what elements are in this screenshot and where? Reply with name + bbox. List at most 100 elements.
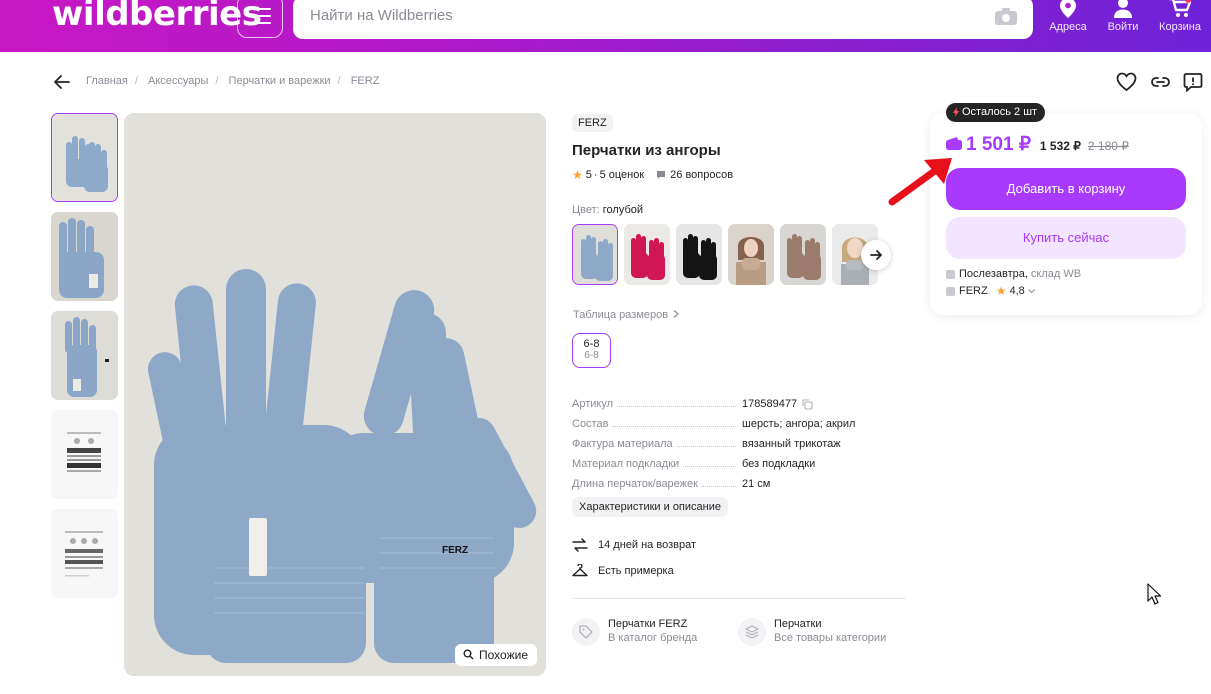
spec-row: Длина перчаток/варежек 21 см: [572, 470, 906, 490]
copy-icon[interactable]: [802, 398, 813, 410]
brand-chip[interactable]: FERZ: [572, 114, 613, 132]
swatch-black[interactable]: [676, 224, 722, 285]
location-pin-icon: [1060, 0, 1076, 18]
size-sublabel: 6-8: [584, 350, 599, 361]
size-option-6-8[interactable]: 6-8 6-8: [572, 333, 611, 368]
spec-row: Фактура материала вязанный трикотаж: [572, 430, 906, 450]
questions-icon: [657, 171, 666, 179]
swatch-blue[interactable]: [572, 224, 618, 285]
breadcrumb-home[interactable]: Главная: [86, 75, 128, 87]
wildberries-logo[interactable]: wildberries: [52, 0, 262, 34]
mouse-cursor-icon: [1147, 583, 1161, 605]
spec-value: 21 см: [742, 478, 771, 490]
breadcrumb: Главная / Аксессуары / Перчатки и варежки /…: [86, 75, 380, 87]
reviews-count[interactable]: 5 оценок: [600, 169, 645, 181]
similar-label: Похожие: [479, 648, 528, 662]
swatch-magenta[interactable]: [624, 224, 670, 285]
star-icon: ★: [572, 168, 583, 182]
spec-value: вязанный трикотаж: [742, 438, 841, 450]
rating-row[interactable]: ★ 5 · 5 оценок 26 вопросов: [572, 168, 912, 182]
thumbnail-2[interactable]: [51, 212, 118, 301]
thumbnail-4[interactable]: [51, 410, 118, 499]
regular-price: 1 532 ₽: [1039, 139, 1081, 153]
breadcrumb-gloves[interactable]: Перчатки и варежки: [229, 75, 331, 87]
swatches-next-button[interactable]: [861, 240, 891, 270]
category-link[interactable]: Перчатки Все товары категории: [738, 618, 886, 646]
cart-icon: [1169, 0, 1191, 17]
top-header: wildberries Найти на Wildberries Адреса …: [0, 0, 1211, 52]
main-product-photo[interactable]: FERZ Похожие: [124, 113, 546, 676]
delivery-date: Послезавтра,: [959, 268, 1028, 280]
fitting-label: Есть примерка: [598, 565, 674, 577]
size-label: 6-8: [583, 338, 600, 350]
category-subtitle: Все товары категории: [774, 632, 887, 644]
seller-name: FERZ: [959, 285, 988, 297]
arrow-right-icon: [870, 250, 882, 260]
brand-catalog-link[interactable]: Перчатки FERZ В каталог бренда: [572, 618, 697, 646]
back-arrow-icon[interactable]: [52, 72, 72, 92]
addresses-button[interactable]: Адреса: [1038, 0, 1098, 33]
spec-key: Длина перчаток/варежек: [572, 478, 698, 490]
color-value: голубой: [602, 204, 644, 216]
delivery-info: Послезавтра, склад WB: [946, 268, 1081, 280]
seller-rating: 4,8: [1009, 285, 1025, 297]
hanger-icon: [572, 564, 588, 577]
login-label: Войти: [1107, 21, 1139, 33]
price-row: 1 501 ₽ 1 532 ₽ 2 180 ₽: [946, 133, 1129, 156]
size-table-link[interactable]: Таблица размеров: [573, 309, 680, 321]
shop-icon: [946, 286, 955, 296]
breadcrumb-accessories[interactable]: Аксессуары: [148, 75, 208, 87]
specs-table: Артикул 178589477 Состав шерсть; ангора;…: [572, 390, 906, 490]
svg-text:FERZ: FERZ: [442, 545, 468, 556]
return-policy-label: 14 дней на возврат: [598, 539, 696, 551]
share-link-icon[interactable]: [1150, 72, 1171, 92]
article-number: 178589477: [742, 398, 798, 410]
menu-button[interactable]: [237, 0, 283, 38]
questions-count[interactable]: 26 вопросов: [670, 169, 733, 181]
login-button[interactable]: Войти: [1093, 0, 1153, 33]
thumbnail-3[interactable]: [51, 311, 118, 400]
brand-catalog-subtitle: В каталог бренда: [608, 632, 698, 644]
breadcrumb-brand[interactable]: FERZ: [351, 75, 380, 87]
cart-label: Корзина: [1159, 21, 1201, 33]
thumbnail-5[interactable]: [51, 509, 118, 598]
search-bar[interactable]: Найти на Wildberries: [293, 0, 1033, 39]
add-to-cart-button[interactable]: Добавить в корзину: [946, 168, 1186, 210]
product-title: Перчатки из ангоры: [572, 142, 721, 159]
camera-search-icon[interactable]: [995, 8, 1017, 25]
buy-now-button[interactable]: Купить сейчас: [946, 217, 1186, 259]
favorite-heart-icon[interactable]: [1116, 72, 1137, 92]
spec-key: Фактура материала: [572, 438, 673, 450]
swatch-beige-model[interactable]: [728, 224, 774, 285]
similar-products-button[interactable]: Похожие: [455, 644, 537, 666]
swatch-brown[interactable]: [780, 224, 826, 285]
search-similar-icon: [463, 649, 474, 660]
thumbnail-strip: [51, 113, 118, 608]
wallet-icon: [946, 137, 962, 150]
product-info: FERZ Перчатки из ангоры ★ 5 · 5 оценок 2…: [572, 113, 912, 646]
search-input[interactable]: Найти на Wildberries: [310, 7, 453, 24]
stock-badge: Осталось 2 шт: [946, 103, 1046, 122]
spec-key: Состав: [572, 418, 609, 430]
user-icon: [1114, 0, 1132, 18]
annotation-arrow-icon: [888, 158, 952, 206]
rating-value: 5: [585, 169, 592, 181]
lightning-icon: [953, 107, 959, 117]
divider: [572, 598, 906, 599]
spec-row: Материал подкладки без подкладки: [572, 450, 906, 470]
seller-star-icon: ★: [995, 284, 1007, 298]
description-button[interactable]: Характеристики и описание: [572, 497, 728, 517]
spec-value: без подкладки: [742, 458, 816, 470]
seller-info[interactable]: FERZ ★ 4,8: [946, 284, 1035, 298]
fitting-info[interactable]: Есть примерка: [572, 564, 674, 578]
color-label: Цвет: голубой: [572, 204, 644, 216]
cart-button[interactable]: Корзина: [1150, 0, 1210, 33]
spec-row: Состав шерсть; ангора; акрил: [572, 410, 906, 430]
gloves-image: FERZ: [124, 113, 546, 676]
spec-key: Артикул: [572, 398, 614, 410]
return-policy[interactable]: 14 дней на возврат: [572, 538, 696, 552]
stock-label: Осталось 2 шт: [962, 106, 1038, 118]
addresses-label: Адреса: [1049, 21, 1087, 33]
thumbnail-1[interactable]: [51, 113, 118, 202]
report-icon[interactable]: [1183, 72, 1203, 92]
